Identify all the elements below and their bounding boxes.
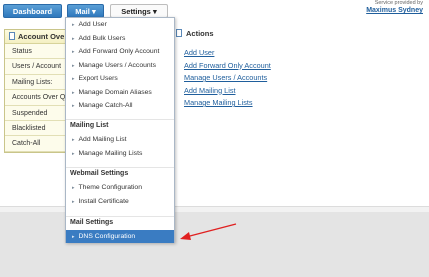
bullet-arrow-icon: ▸ — [72, 76, 75, 82]
menu-item-export-users[interactable]: ▸ Export Users — [66, 72, 174, 86]
menu-item-label: Add Forward Only Account — [78, 48, 160, 55]
tab-mail[interactable]: Mail ▾ — [67, 4, 104, 18]
actions-header: Actions — [176, 28, 376, 40]
menu-section-webmail-settings: Webmail Settings — [66, 167, 174, 179]
overview-row-status: Status — [5, 44, 69, 60]
bullet-arrow-icon: ▸ — [72, 150, 75, 157]
menu-item-manage-catch-all[interactable]: ▸ Manage Catch-All — [66, 99, 174, 113]
tab-mail-label: Mail — [75, 7, 90, 16]
chevron-down-icon: ▾ — [91, 7, 96, 16]
menu-item-theme-configuration[interactable]: ▸ Theme Configuration — [66, 181, 174, 195]
menu-item-add-bulk-users[interactable]: ▸ Add Bulk Users — [66, 32, 174, 46]
red-arrow-annotation-icon — [180, 223, 237, 240]
menu-item-label: Install Certificate — [78, 197, 129, 205]
menu-item-label: Theme Configuration — [78, 184, 142, 191]
actions-list: Add User Add Forward Only Account Manage… — [176, 47, 376, 110]
overview-row-suspended: Suspended — [5, 105, 69, 121]
menu-item-label: Manage Mailing Lists — [78, 149, 143, 157]
menu-item-label: Export Users — [78, 75, 118, 82]
bullet-arrow-icon: ▸ — [72, 103, 75, 109]
account-overview-header: Account Ove — [5, 30, 69, 44]
mail-dropdown-menu: ▸ Add User ▸ Add Bulk Users ▸ Add Forward O… — [65, 17, 175, 243]
document-icon — [9, 32, 15, 40]
bullet-arrow-icon: ▸ — [72, 233, 75, 240]
tab-settings-label: Settings — [121, 7, 151, 16]
action-add-forward-only-link[interactable]: Add Forward Only Account — [184, 60, 376, 73]
menu-item-manage-mailing-lists[interactable]: ▸ Manage Mailing Lists — [66, 147, 174, 161]
tab-settings[interactable]: Settings ▾ — [110, 4, 168, 18]
menu-item-dns-configuration[interactable]: ▸ DNS Configuration — [66, 229, 174, 243]
menu-item-label: Add Bulk Users — [78, 34, 126, 42]
tab-dashboard[interactable]: Dashboard — [3, 4, 62, 18]
bullet-arrow-icon: ▸ — [72, 62, 75, 69]
overview-row-blacklisted: Blacklisted — [5, 120, 69, 137]
document-icon — [176, 29, 182, 37]
menu-section-mailing-list: Mailing List — [66, 119, 174, 131]
chevron-down-icon: ▾ — [152, 7, 157, 16]
service-provider-link[interactable]: Maximus Sydney — [366, 7, 423, 14]
bullet-arrow-icon: ▸ — [72, 35, 75, 42]
overview-row-over-quota: Accounts Over Q — [5, 90, 69, 106]
service-provided-by-label: Service provided by — [374, 0, 423, 6]
menu-item-add-forward-only[interactable]: ▸ Add Forward Only Account — [66, 45, 174, 59]
overview-row-mailing-lists: Mailing Lists: — [5, 74, 69, 91]
menu-item-manage-users[interactable]: ▸ Manage Users / Accounts — [66, 59, 174, 73]
bullet-arrow-icon: ▸ — [72, 198, 75, 205]
menu-item-add-user[interactable]: ▸ Add User — [66, 18, 174, 32]
overview-row-users: Users / Account — [5, 59, 69, 75]
account-overview-title: Account Ove — [18, 32, 65, 41]
action-manage-mailing-lists-link[interactable]: Manage Mailing Lists — [184, 97, 376, 110]
menu-item-manage-domain-aliases[interactable]: ▸ Manage Domain Aliases — [66, 86, 174, 100]
menu-item-install-certificate[interactable]: ▸ Install Certificate — [66, 195, 174, 209]
bullet-arrow-icon: ▸ — [72, 89, 75, 96]
bullet-arrow-icon: ▸ — [72, 137, 75, 143]
account-overview-panel: Account Ove Status Users / Account Maili… — [4, 29, 70, 153]
bullet-arrow-icon: ▸ — [72, 49, 75, 55]
menu-item-label: Add Mailing List — [78, 136, 127, 143]
overview-row-catch-all: Catch-All — [5, 136, 69, 152]
menu-item-label: Add User — [78, 21, 107, 28]
menu-item-label: Manage Users / Accounts — [78, 61, 156, 69]
actions-section: Actions Add User Add Forward Only Accoun… — [176, 28, 376, 110]
action-manage-users-link[interactable]: Manage Users / Accounts — [184, 72, 376, 85]
menu-item-add-mailing-list[interactable]: ▸ Add Mailing List — [66, 133, 174, 147]
bullet-arrow-icon: ▸ — [72, 185, 75, 191]
bullet-arrow-icon: ▸ — [72, 22, 75, 28]
menu-item-label: Manage Catch-All — [78, 102, 133, 109]
menu-item-label: DNS Configuration — [78, 232, 136, 240]
actions-title: Actions — [186, 29, 214, 38]
menu-item-label: Manage Domain Aliases — [78, 88, 152, 96]
action-add-mailing-list-link[interactable]: Add Mailing List — [184, 85, 376, 98]
menu-section-mail-settings: Mail Settings — [66, 216, 174, 228]
service-provider: Service provided by Maximus Sydney — [366, 0, 423, 14]
action-add-user-link[interactable]: Add User — [184, 47, 376, 60]
